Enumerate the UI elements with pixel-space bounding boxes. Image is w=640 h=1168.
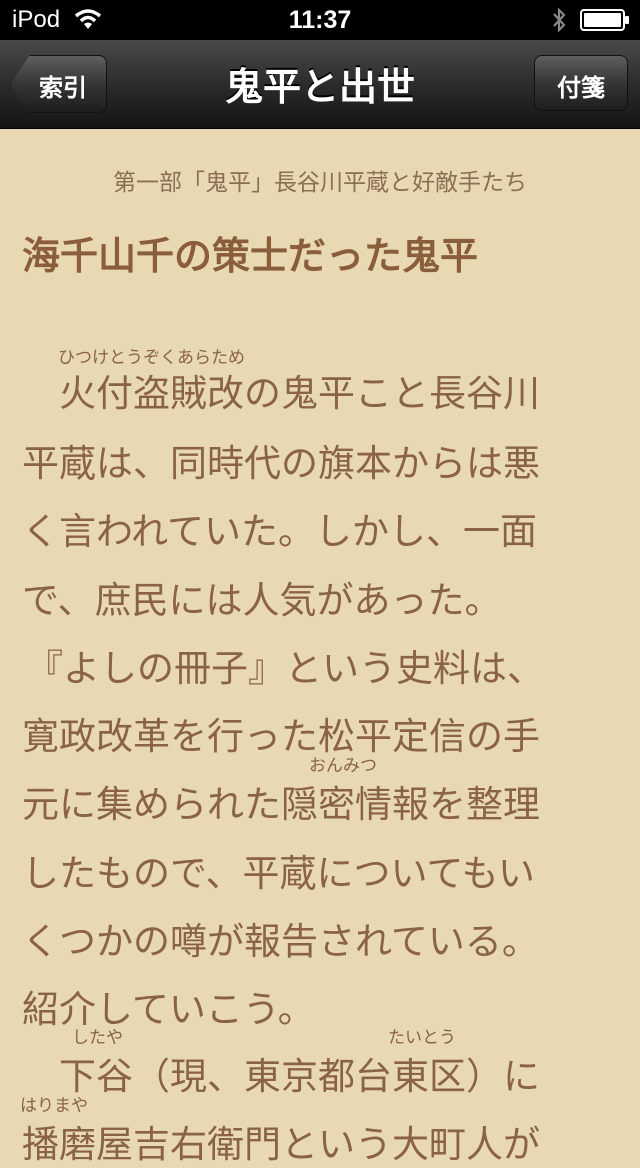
body-line: 火付盗賊改の鬼平こと長谷川 [59,372,540,415]
ruby-annotation: したや [72,1028,123,1048]
bluetooth-icon [553,7,566,33]
body-line: くつかの噂が報告されている。 [22,920,539,963]
section-heading: 第一部「鬼平」長谷川平蔵と好敵手たち [113,170,527,196]
body-line: 播磨屋吉右衛門という大町人が [22,1123,540,1166]
battery-icon [580,9,629,31]
navigation-bar: 索引 鬼平と出世 付箋 [0,40,640,129]
body-line: 下谷（現、東京都台東区）に [59,1055,540,1098]
body-line: く言われていた。しかし、一面 [22,510,538,553]
status-time: 11:37 [288,6,352,34]
body-line: 平蔵は、同時代の旗本からは悪 [22,442,540,485]
ruby-annotation: おんみつ [309,756,377,776]
body-line: で、庶民には人気があった。 [22,579,502,622]
page-title: 鬼平と出世 [224,65,415,109]
article-content: 第一部「鬼平」長谷川平蔵と好敵手たち 海千山千の策士だった鬼平 ひつけとうぞくあ… [0,129,640,1166]
body-line: 元に集められた隠密情報を整理 [22,783,540,826]
bookmark-button-label: 付箋 [557,74,605,102]
chapter-title: 海千山千の策士だった鬼平 [22,234,479,278]
bookmark-button[interactable]: 付箋 [534,55,628,111]
back-button-label: 索引 [39,74,87,102]
body-line: したもので、平蔵についてもい [22,852,535,895]
ruby-annotation: はりまや [20,1096,88,1116]
ruby-annotation: たいとう [388,1028,456,1048]
status-bar: iPod 11:37 [0,0,640,40]
back-button[interactable]: 索引 [10,55,107,113]
body-line: 『よしの冊子』という史料は、 [26,647,544,690]
